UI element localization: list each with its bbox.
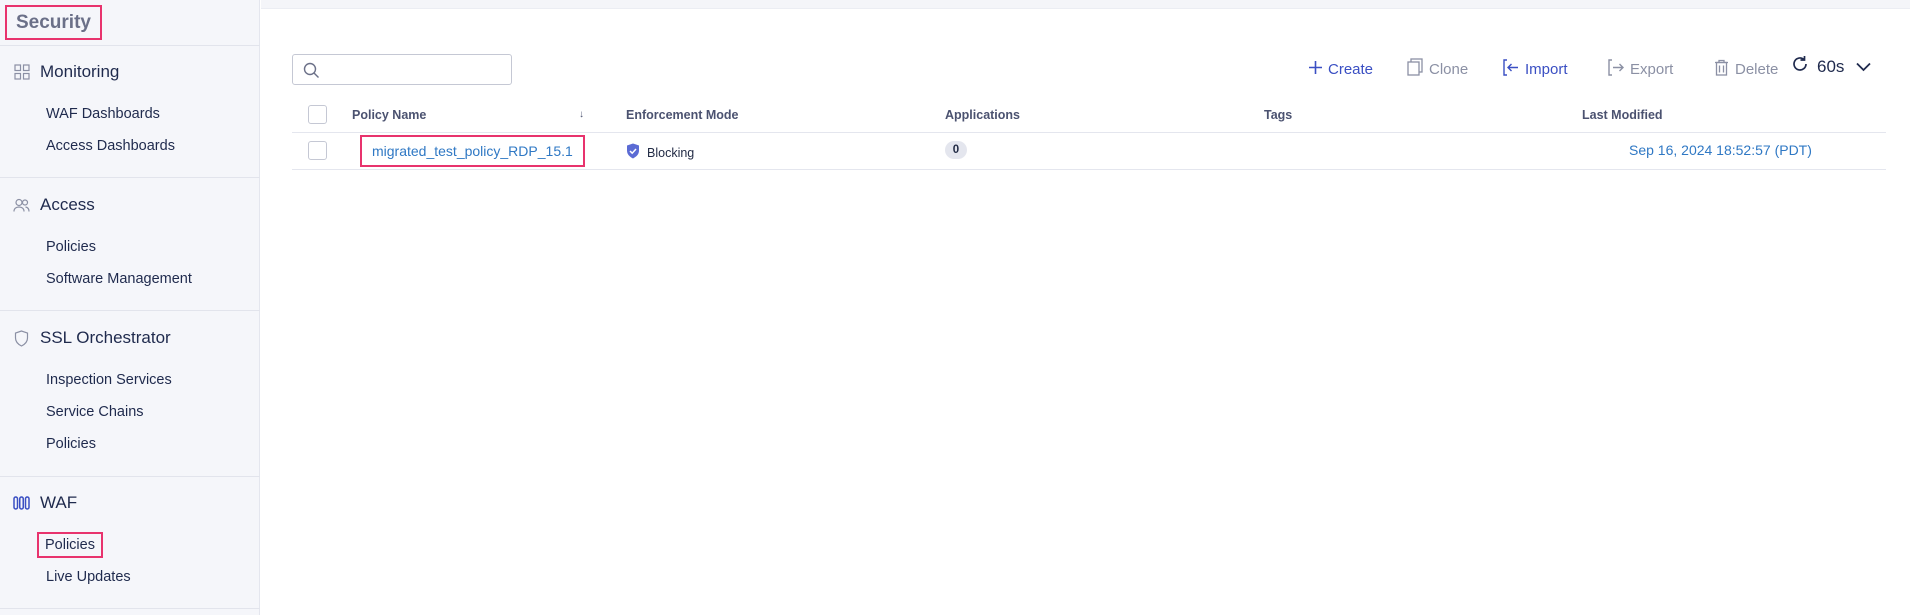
column-applications[interactable]: Applications [945, 103, 1020, 127]
column-policy-name[interactable]: Policy Name [352, 103, 426, 127]
chevron-down-icon[interactable] [1856, 57, 1872, 77]
section-label: SSL Orchestrator [40, 328, 171, 347]
top-bar [261, 0, 1910, 9]
sidebar-item-ssl-policies[interactable]: Policies [46, 434, 96, 454]
sidebar-item-access-policies[interactable]: Policies [46, 237, 96, 257]
export-button[interactable]: Export [1608, 56, 1673, 82]
import-icon [1503, 58, 1519, 80]
main-content: Create Clone Import Export Delete 60s Po… [261, 0, 1910, 615]
grid-icon [13, 64, 30, 81]
divider [0, 310, 260, 311]
search-input[interactable] [292, 54, 512, 85]
sidebar-item-live-updates[interactable]: Live Updates [46, 567, 131, 587]
search-icon [303, 62, 320, 84]
shield-check-icon [626, 143, 640, 162]
shield-icon [13, 329, 30, 347]
trash-icon [1714, 59, 1729, 80]
section-label: Access [40, 195, 95, 214]
column-enforcement-mode[interactable]: Enforcement Mode [626, 103, 739, 127]
enforcement-mode: Blocking [626, 143, 694, 162]
sidebar-item-inspection-services[interactable]: Inspection Services [46, 370, 172, 390]
divider [0, 476, 260, 477]
sidebar-item-waf-policies[interactable]: Policies [37, 532, 103, 558]
refresh-interval: 60s [1817, 56, 1845, 76]
section-monitoring[interactable]: Monitoring [13, 60, 119, 84]
clone-button[interactable]: Clone [1407, 56, 1468, 82]
app-title[interactable]: Security [5, 5, 102, 40]
section-label: Monitoring [40, 62, 120, 81]
import-button[interactable]: Import [1503, 56, 1568, 82]
create-label: Create [1328, 60, 1374, 78]
sidebar-item-software-management[interactable]: Software Management [46, 269, 192, 289]
delete-label: Delete [1735, 60, 1779, 78]
divider [0, 608, 260, 609]
delete-button[interactable]: Delete [1714, 56, 1778, 82]
export-label: Export [1630, 60, 1674, 78]
policy-name-link[interactable]: migrated_test_policy_RDP_15.1 [360, 135, 585, 167]
waf-icon [13, 495, 30, 512]
import-label: Import [1525, 60, 1568, 78]
sidebar-item-service-chains[interactable]: Service Chains [46, 402, 144, 422]
users-icon [13, 197, 30, 214]
column-tags[interactable]: Tags [1264, 103, 1292, 127]
sidebar-item-access-dashboards[interactable]: Access Dashboards [46, 136, 175, 156]
section-waf[interactable]: WAF [13, 491, 77, 515]
column-last-modified[interactable]: Last Modified [1582, 103, 1663, 127]
export-icon [1608, 58, 1624, 80]
divider [0, 45, 260, 46]
clone-label: Clone [1429, 60, 1469, 78]
plus-icon [1309, 60, 1322, 78]
select-all-checkbox[interactable] [308, 105, 327, 124]
table-header: Policy Name ↓ Enforcement Mode Applicati… [292, 103, 1886, 133]
refresh-control[interactable]: 60s [1791, 55, 1872, 78]
section-label: WAF [40, 493, 78, 512]
section-ssl-orchestrator[interactable]: SSL Orchestrator [13, 326, 171, 350]
sidebar: Security Monitoring WAF Dashboards Acces… [0, 0, 260, 615]
create-button[interactable]: Create [1309, 56, 1373, 82]
row-checkbox[interactable] [308, 141, 327, 160]
divider [0, 177, 260, 178]
sidebar-item-waf-dashboards[interactable]: WAF Dashboards [46, 104, 160, 124]
enforcement-mode-label: Blocking [647, 145, 695, 160]
sort-down-icon[interactable]: ↓ [579, 103, 584, 127]
last-modified-link[interactable]: Sep 16, 2024 18:52:57 (PDT) [1629, 142, 1812, 158]
policies-table: Policy Name ↓ Enforcement Mode Applicati… [292, 103, 1886, 170]
table-row[interactable]: migrated_test_policy_RDP_15.1 Blocking 0… [292, 133, 1886, 170]
applications-count-badge: 0 [945, 141, 967, 159]
refresh-icon[interactable] [1791, 55, 1809, 78]
section-access[interactable]: Access [13, 193, 95, 217]
clone-icon [1407, 58, 1423, 80]
